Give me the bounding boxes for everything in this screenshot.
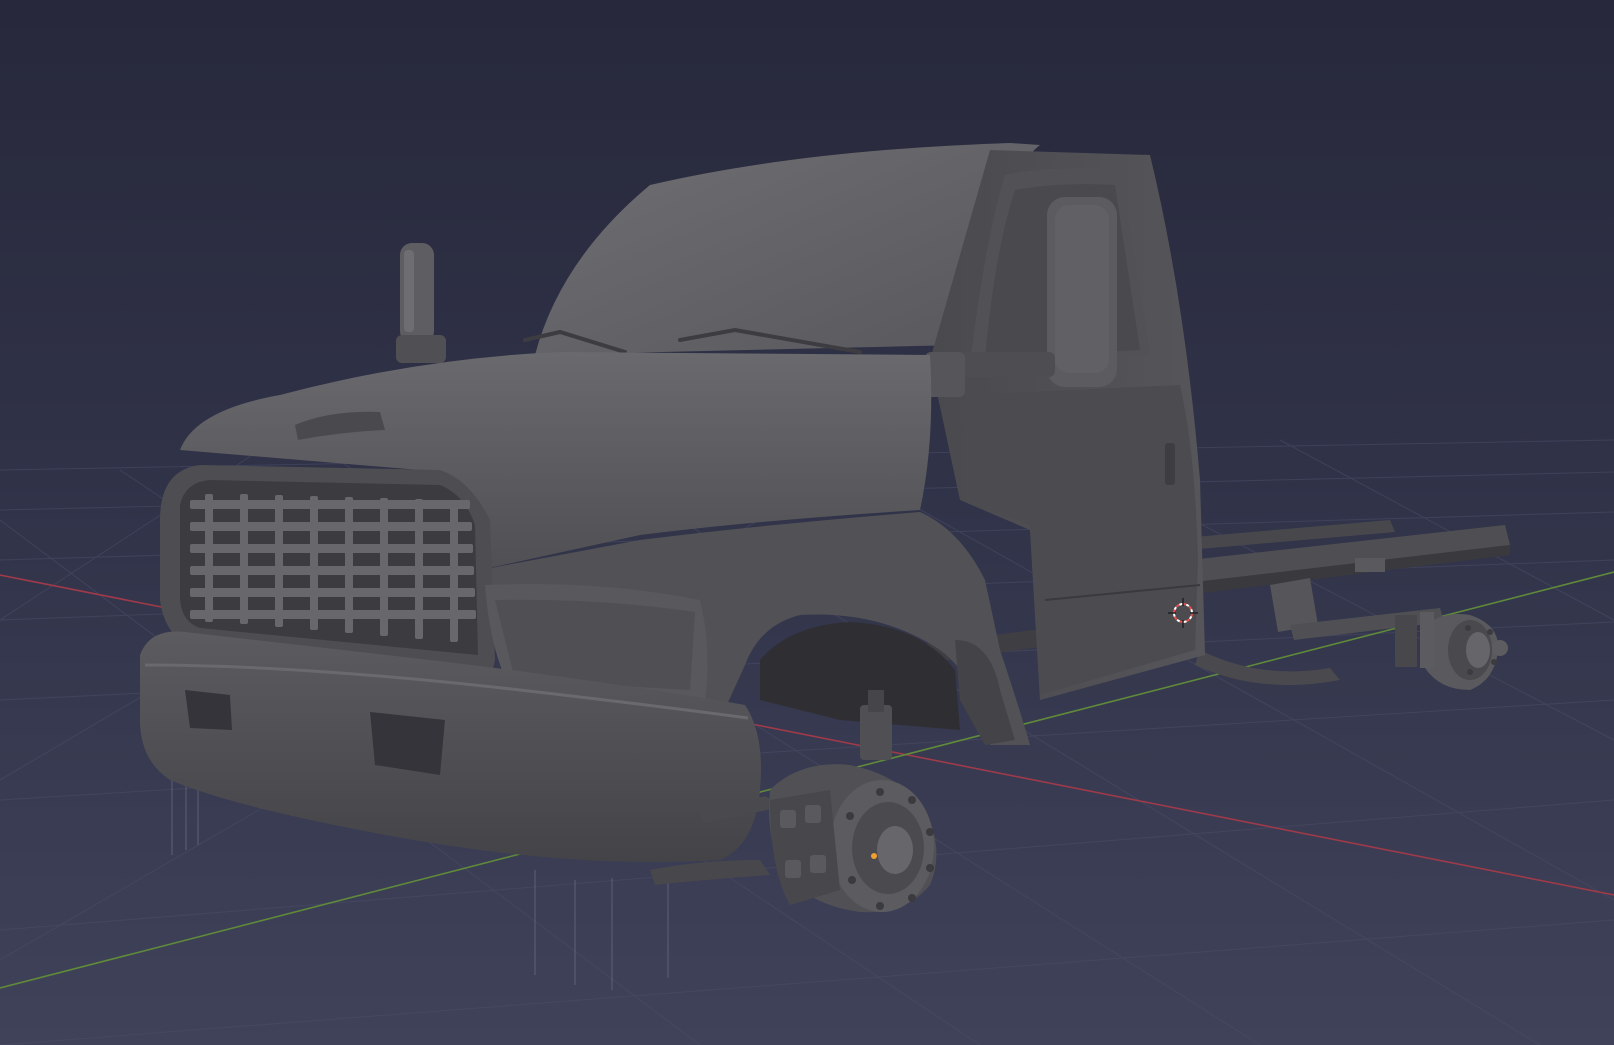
object-origin-point[interactable] bbox=[871, 853, 877, 859]
viewport-canvas[interactable] bbox=[0, 0, 1614, 1045]
door-handle[interactable] bbox=[1165, 443, 1175, 485]
3d-viewport[interactable] bbox=[0, 0, 1614, 1045]
